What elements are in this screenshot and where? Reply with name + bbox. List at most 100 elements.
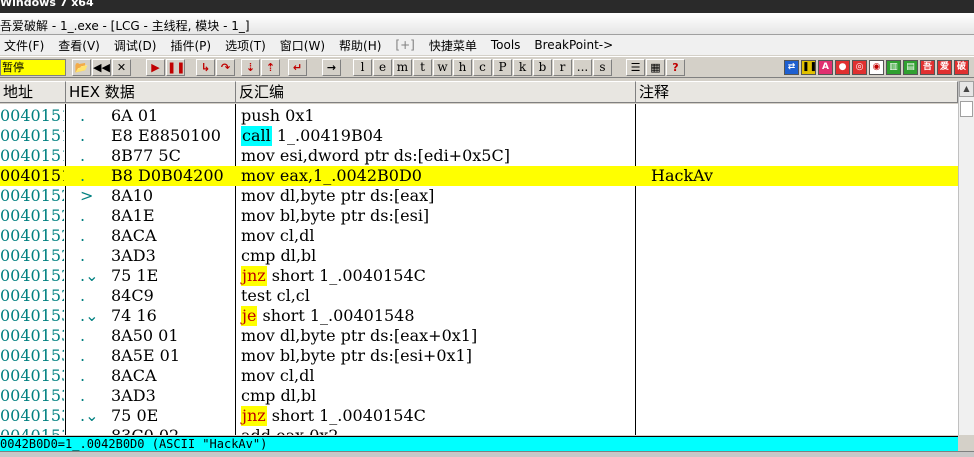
pause-icon[interactable]: ❚❚ (166, 59, 185, 76)
code-row[interactable]: 00401517. E8 E8850100 call 1_.00419B04 (0, 126, 958, 146)
scroll-thumb[interactable] (960, 101, 973, 117)
menu-options[interactable]: 选项(T) (218, 37, 273, 54)
column-header-comment[interactable]: 注释 (636, 81, 958, 103)
menu-debug[interactable]: 调试(D) (107, 37, 164, 54)
scroll-up-icon[interactable]: ▲ (959, 81, 974, 97)
row-disasm: add eax,0x2 (241, 426, 633, 435)
window-button-s[interactable]: s (593, 59, 612, 76)
instruction-text: cmp dl,bl (241, 386, 317, 405)
window-button-b[interactable]: b (533, 59, 552, 76)
code-row[interactable]: 00401538. 8ACA mov cl,dl (0, 366, 958, 386)
refresh-icon[interactable]: ⇄ (784, 60, 799, 75)
instruction-text: mov bl,byte ptr ds:[esi] (241, 206, 430, 225)
mnemonic-jmp: jnz (241, 266, 267, 286)
selected-code-row[interactable]: 0040151F. B8 D0B04200 mov eax,1_.0042B0D0 H… (0, 166, 958, 186)
code-row[interactable]: 0040151C. 8B77 5C mov esi,dword ptr ds:[ed… (0, 146, 958, 166)
window-button-l[interactable]: l (353, 59, 372, 76)
window-button-P[interactable]: P (493, 59, 512, 76)
menu-window[interactable]: 窗口(W) (273, 37, 332, 54)
vertical-scrollbar[interactable]: ▲ (958, 81, 974, 435)
row-disasm: mov bl,byte ptr ds:[esi] (241, 206, 633, 226)
grid-green-icon[interactable]: ▤ (903, 60, 918, 75)
window-button-e[interactable]: e (373, 59, 392, 76)
trace-over-icon[interactable]: ⇡ (261, 59, 280, 76)
row-address: 0040151F (0, 166, 64, 185)
column-header-disasm[interactable]: 反汇编 (236, 81, 636, 103)
menu-quickmenu[interactable]: 快捷菜单 (422, 37, 484, 54)
column-header-address[interactable]: 地址 (0, 81, 66, 103)
row-address: 0040152C (0, 266, 64, 285)
window-button-h[interactable]: h (453, 59, 472, 76)
os-title-bar: Windows 7 x64 (0, 0, 974, 13)
row-address: 0040153E (0, 426, 64, 435)
code-row[interactable]: 00401530 .⌄ 74 16 je short 1_.00401548 (0, 306, 958, 326)
code-row[interactable]: 00401526. 8A1E mov bl,byte ptr ds:[esi] (0, 206, 958, 226)
run-icon[interactable]: ▶ (146, 59, 165, 76)
window-button-dots[interactable]: ... (573, 59, 592, 76)
menu-bar: 文件(F) 查看(V) 调试(D) 插件(P) 选项(T) 窗口(W) 帮助(H) [+] 快捷… (0, 35, 974, 55)
row-hex: 8A10 (111, 186, 154, 205)
menu-tools[interactable]: Tools (484, 38, 528, 52)
window-button-k[interactable]: k (513, 59, 532, 76)
row-hex: 8ACA (111, 366, 157, 385)
code-row[interactable]: 0040152C .⌄ 75 1E jnz short 1_.0040154C (0, 266, 958, 286)
row-jump-marker: . (80, 146, 86, 165)
po-icon[interactable]: 破 (954, 60, 969, 75)
row-hex: 8A5E 01 (111, 346, 181, 365)
step-into-icon[interactable]: ↳ (196, 59, 215, 76)
window-button-c[interactable]: c (473, 59, 492, 76)
open-file-icon[interactable]: 📂 (72, 59, 91, 76)
window-button-m[interactable]: m (393, 59, 412, 76)
goto-icon[interactable]: → (322, 59, 341, 76)
record-icon[interactable]: ● (835, 60, 850, 75)
trace-into-icon[interactable]: ⇣ (241, 59, 260, 76)
rewind-icon[interactable]: ◀◀ (92, 59, 111, 76)
target-icon[interactable]: ◎ (852, 60, 867, 75)
code-row[interactable]: 00401532. 8A50 01 mov dl,byte ptr ds:[eax+… (0, 326, 958, 346)
step-over-icon[interactable]: ↷ (216, 59, 235, 76)
help-icon[interactable]: ? (666, 59, 685, 76)
code-row[interactable]: 0040153A. 3AD3 cmp dl,bl (0, 386, 958, 406)
window-button-t[interactable]: t (413, 59, 432, 76)
code-row[interactable]: 00401524 >8A10 mov dl,byte ptr ds:[eax] (0, 186, 958, 206)
code-row[interactable]: 0040153C .⌄ 75 0E jnz short 1_.0040154C (0, 406, 958, 426)
menu-plugins[interactable]: 插件(P) (163, 37, 218, 54)
row-jump-marker: .⌄ (80, 306, 99, 325)
row-hex: B8 D0B04200 (111, 166, 224, 185)
column-header-disasm-label: 反汇编 (239, 83, 285, 101)
grid-icon[interactable]: ▦ (646, 59, 665, 76)
menu-breakpoint[interactable]: BreakPoint-> (527, 38, 620, 52)
a-icon[interactable]: A (818, 60, 833, 75)
code-row[interactable]: 00401528. 8ACA mov cl,dl (0, 226, 958, 246)
row-jump-marker: . (80, 326, 86, 345)
code-row[interactable]: 0040152A. 3AD3 cmp dl,bl (0, 246, 958, 266)
code-row[interactable]: 0040152E. 84C9 test cl,cl (0, 286, 958, 306)
menu-view[interactable]: 查看(V) (51, 37, 107, 54)
info-bar: 0042B0D0=1_.0042B0D0 (ASCII "HackAv") (0, 436, 958, 451)
chart-icon[interactable]: ▥ (886, 60, 901, 75)
row-hex: 3AD3 (111, 386, 156, 405)
window-button-r[interactable]: r (553, 59, 572, 76)
list-icon[interactable]: ☰ (626, 59, 645, 76)
row-jump-marker: . (80, 126, 86, 145)
row-hex: 84C9 (111, 286, 154, 305)
pause-color-icon[interactable]: ❚❚ (801, 60, 817, 75)
disassembly-pane[interactable]: 00401515. 6A 01 push 0x1 00401517. E8 E88501… (0, 104, 958, 435)
close-icon[interactable]: ✕ (112, 59, 131, 76)
code-row[interactable]: 00401515. 6A 01 push 0x1 (0, 106, 958, 126)
row-address: 00401535 (0, 346, 64, 365)
wu-icon[interactable]: 吾 (920, 60, 935, 75)
code-row[interactable]: 0040153E.83C0 02 add eax,0x2 (0, 426, 958, 435)
menu-file[interactable]: 文件(F) (0, 37, 51, 54)
row-disasm: mov bl,byte ptr ds:[esi+0x1] (241, 346, 633, 366)
menu-plus[interactable]: [+] (388, 38, 421, 52)
target-red-icon[interactable]: ◉ (869, 60, 884, 75)
column-header-hex[interactable]: HEX 数据 (66, 81, 236, 103)
row-hex: 8A50 01 (111, 326, 179, 345)
mnemonic-jmp: je (241, 306, 258, 326)
execute-till-return-icon[interactable]: ↵ (288, 59, 307, 76)
menu-help[interactable]: 帮助(H) (332, 37, 388, 54)
code-row[interactable]: 00401535. 8A5E 01 mov bl,byte ptr ds:[esi+… (0, 346, 958, 366)
ai-icon[interactable]: 爱 (937, 60, 952, 75)
window-button-w[interactable]: w (433, 59, 452, 76)
